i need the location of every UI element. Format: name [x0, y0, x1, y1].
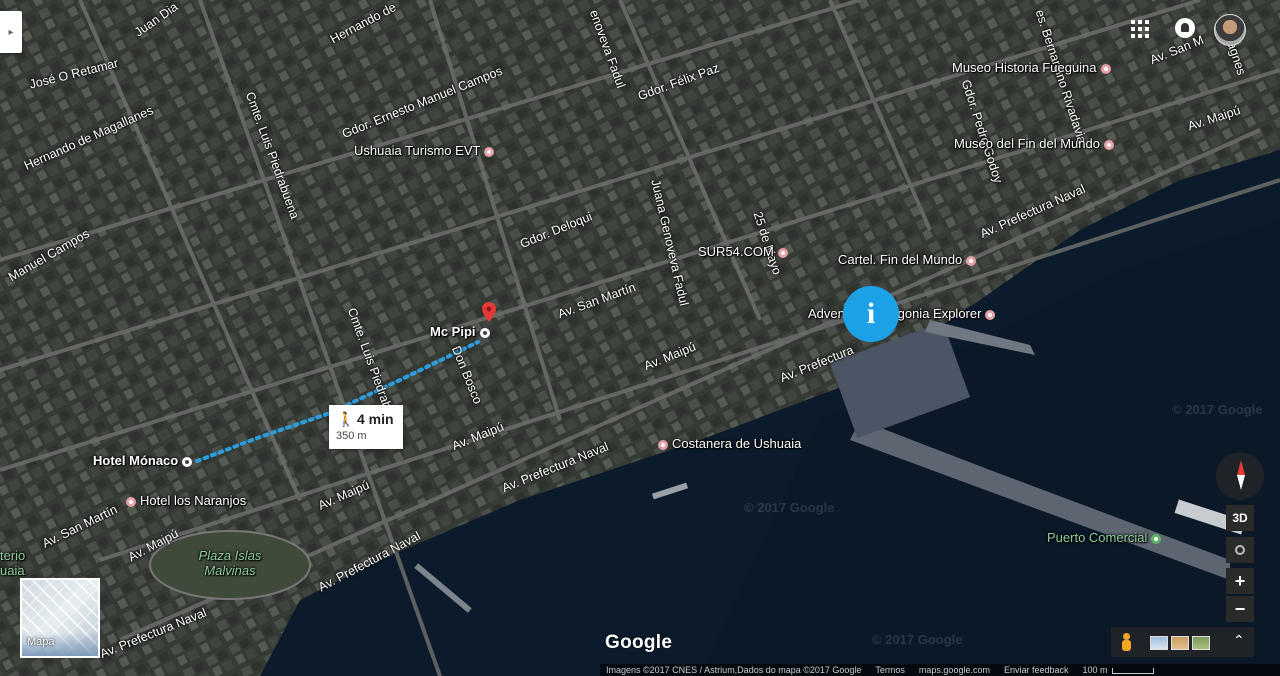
poi-puerto[interactable]: Puerto Comercial	[1047, 530, 1162, 545]
museum-icon	[1100, 63, 1111, 74]
avatar[interactable]	[1214, 14, 1246, 46]
poi-costanera[interactable]: Costanera de Ushuaia	[658, 436, 801, 451]
google-logo: Google	[605, 632, 673, 653]
place-dot-icon	[182, 456, 193, 467]
notifications-icon[interactable]	[1175, 18, 1195, 38]
poi-mc-pipi[interactable]: Mc Pipi	[430, 324, 490, 339]
imagery-thumbnail[interactable]	[1171, 636, 1189, 650]
scale-line	[1111, 667, 1154, 674]
feedback-link[interactable]: Enviar feedback	[1004, 665, 1069, 675]
port-icon	[1151, 533, 1162, 544]
poi-plaza[interactable]: Plaza Islas Malvinas	[190, 548, 270, 578]
route-distance: 350 m	[336, 430, 367, 442]
poi-hotel-monaco[interactable]: Hotel Mónaco	[93, 453, 193, 468]
compass-icon[interactable]	[1216, 452, 1264, 500]
my-location-button[interactable]	[1226, 537, 1254, 563]
map-type-toggle[interactable]: Mapa	[20, 578, 100, 658]
walking-icon: 🚶	[337, 411, 355, 427]
poi-ushuaia-turismo[interactable]: Ushuaia Turismo EVT	[354, 143, 495, 158]
imagery-thumbnail[interactable]	[1150, 636, 1168, 650]
landmark-icon	[966, 255, 977, 266]
satellite-map[interactable]: Juan Dia Hernando de José O Retamar Hern…	[0, 0, 1280, 676]
poi-museo-fin[interactable]: Museo del Fin del Mundo	[954, 136, 1114, 151]
route-duration-card[interactable]: 🚶 4 min 350 m	[329, 405, 403, 449]
apps-grid-icon[interactable]	[1131, 20, 1149, 38]
place-dot-icon	[479, 327, 490, 338]
poi-adventure[interactable]: Adventure Patagonia Explorer	[808, 306, 996, 321]
travel-agency-icon	[985, 309, 996, 320]
expand-side-panel-button[interactable]: ▸	[0, 11, 22, 53]
map-footer: Imagens ©2017 CNES / Astrium,Dados do ma…	[600, 664, 1280, 676]
poi-museo-historia[interactable]: Museo Historia Fueguina	[952, 60, 1111, 75]
3d-toggle-button[interactable]: 3D	[1226, 505, 1254, 531]
domain-link[interactable]: maps.google.com	[919, 665, 990, 675]
pegman-icon[interactable]	[1121, 633, 1131, 651]
hotel-icon	[126, 496, 136, 507]
travel-agency-icon	[777, 247, 788, 258]
watermark: © 2017 Google	[1172, 402, 1263, 417]
poi-hotel-naranjos[interactable]: Hotel los Naranjos	[126, 493, 246, 508]
travel-agency-icon	[484, 146, 495, 157]
poi-cartel[interactable]: Cartel. Fin del Mundo	[838, 252, 977, 267]
minimap-label: Mapa	[27, 636, 55, 648]
scale-bar[interactable]: 100 m	[1083, 665, 1154, 675]
attribution-text: Imagens ©2017 CNES / Astrium,Dados do ma…	[606, 665, 862, 675]
zoom-in-button[interactable]: +	[1226, 568, 1254, 594]
landmark-icon	[658, 439, 668, 450]
route-duration: 4 min	[357, 411, 394, 427]
imagery-thumbnail[interactable]	[1192, 636, 1210, 650]
info-pin-icon[interactable]: i	[843, 286, 899, 342]
map-pin-icon[interactable]	[482, 302, 496, 322]
terms-link[interactable]: Termos	[875, 665, 905, 675]
watermark: © 2017 Google	[744, 500, 835, 515]
zoom-out-button[interactable]: −	[1226, 596, 1254, 622]
poi-sur54[interactable]: SUR54.COM	[698, 244, 788, 259]
watermark: © 2017 Google	[872, 632, 963, 647]
expand-imagery-button[interactable]: ⌃	[1233, 632, 1245, 649]
museum-icon	[1103, 139, 1114, 150]
poi-cementerio[interactable]: terio uaia	[0, 548, 34, 578]
